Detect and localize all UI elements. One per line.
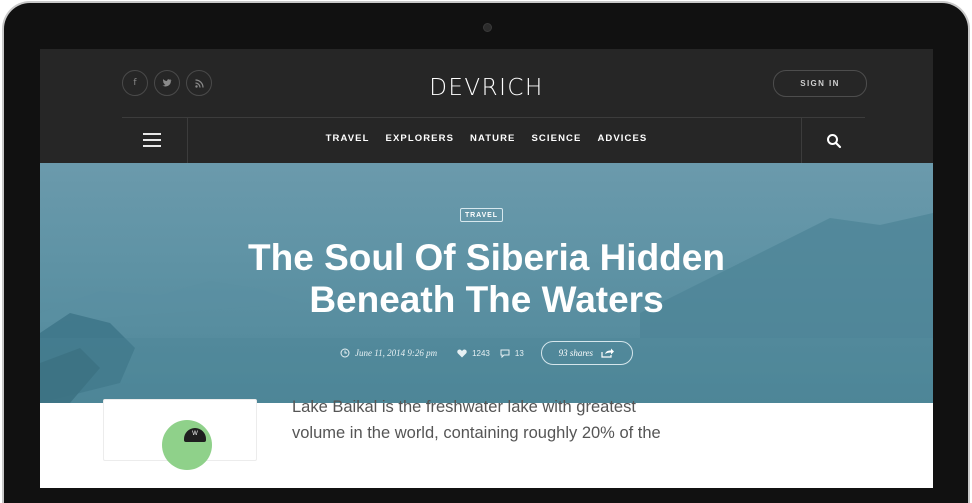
heart-icon[interactable] — [457, 348, 467, 358]
nav-item-advices[interactable]: ADVICES — [597, 133, 647, 144]
article-title: The Soul Of Siberia Hidden Beneath The W… — [40, 237, 933, 321]
author-card: W — [103, 399, 257, 470]
share-icon — [601, 348, 614, 358]
nav-item-science[interactable]: SCIENCE — [532, 133, 582, 144]
nav-item-travel[interactable]: TRAVEL — [326, 133, 370, 144]
sign-in-button[interactable]: SIGN IN — [773, 70, 867, 97]
nav-item-nature[interactable]: NATURE — [470, 133, 515, 144]
likes-count: 1243 — [472, 348, 490, 358]
shares-count: 93 shares — [558, 348, 593, 358]
search-icon[interactable] — [826, 133, 842, 149]
article-meta: June 11, 2014 9:26 pm 1243 13 93 shares — [340, 341, 633, 365]
article-title-line-1: The Soul Of Siberia Hidden — [248, 237, 725, 278]
category-tag[interactable]: TRAVEL — [460, 208, 503, 222]
site-header: f DEVRICH SIGN IN TRAVEL EXPLORERS NATUR… — [40, 49, 933, 163]
article-line-1: Lake Baikal is the freshwater lake with … — [292, 398, 636, 416]
article-title-line-2: Beneath The Waters — [309, 279, 664, 320]
post-date: June 11, 2014 9:26 pm — [355, 348, 438, 358]
avatar[interactable]: W — [162, 420, 212, 470]
comment-icon[interactable] — [500, 349, 510, 358]
nav-divider — [122, 117, 865, 118]
article-line-2: volume in the world, containing roughly … — [292, 424, 661, 442]
comments-count: 13 — [514, 348, 524, 358]
nav-item-explorers[interactable]: EXPLORERS — [386, 133, 455, 144]
webcam — [483, 23, 492, 32]
hero-banner: TRAVEL The Soul Of Siberia Hidden Beneat… — [40, 163, 933, 403]
avatar-hat-icon: W — [184, 428, 206, 442]
article-body: Lake Baikal is the freshwater lake with … — [292, 394, 712, 446]
clock-icon — [340, 348, 350, 358]
share-button[interactable]: 93 shares — [540, 341, 633, 365]
main-nav: TRAVEL EXPLORERS NATURE SCIENCE ADVICES — [40, 133, 933, 144]
